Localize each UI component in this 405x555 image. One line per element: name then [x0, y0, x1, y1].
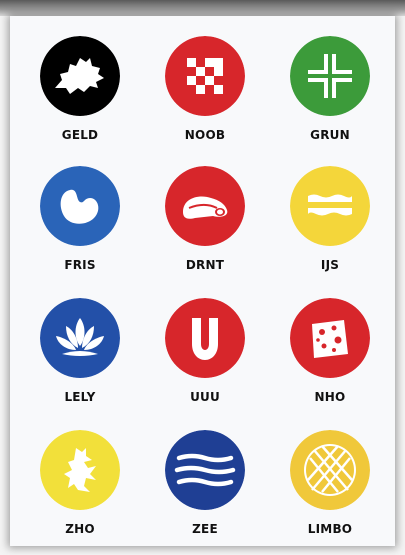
icon-label: DRNT	[185, 258, 225, 272]
icon-tile-nho[interactable]: NHO	[275, 298, 385, 418]
letter-u-icon	[165, 298, 245, 378]
lattice-pie-icon	[290, 430, 370, 510]
icon-label: UUU	[190, 390, 220, 404]
icon-label: IJS	[320, 258, 340, 272]
cap-icon	[165, 166, 245, 246]
icon-tile-zee[interactable]: ZEE	[150, 430, 260, 550]
icon-tile-lely[interactable]: LELY	[25, 298, 135, 418]
icon-tile-ijs[interactable]: IJS	[275, 166, 385, 286]
icon-tile-geld[interactable]: GELD	[25, 36, 135, 156]
icon-tile-limbo[interactable]: LIMBO	[275, 430, 385, 550]
icon-label: GRUN	[310, 128, 350, 142]
icon-label: NHO	[314, 390, 346, 404]
checkerboard-icon	[165, 36, 245, 116]
sea-waves-icon	[165, 430, 245, 510]
window-frame: GELD NOOB GRUN FRIS DRNT IJS LELY UUU NH…	[0, 0, 405, 555]
window-top-edge	[0, 0, 405, 16]
icon-tile-drnt[interactable]: DRNT	[150, 166, 260, 286]
icon-tile-zho[interactable]: ZHO	[25, 430, 135, 550]
icon-label: ZHO	[65, 522, 95, 536]
icon-grid: GELD NOOB GRUN FRIS DRNT IJS LELY UUU NH…	[10, 16, 395, 546]
ice-waves-icon	[290, 166, 370, 246]
lion-icon	[40, 430, 120, 510]
icon-sheet: GELD NOOB GRUN FRIS DRNT IJS LELY UUU NH…	[10, 16, 395, 546]
icon-tile-noob[interactable]: NOOB	[150, 36, 260, 156]
bean-icon	[40, 166, 120, 246]
icon-tile-fris[interactable]: FRIS	[25, 166, 135, 286]
lotus-icon	[40, 298, 120, 378]
icon-tile-uuu[interactable]: UUU	[150, 298, 260, 418]
icon-tile-grun[interactable]: GRUN	[275, 36, 385, 156]
icon-label: GELD	[61, 128, 99, 142]
icon-label: LIMBO	[307, 522, 353, 536]
double-cross-icon	[290, 36, 370, 116]
icon-label: NOOB	[184, 128, 226, 142]
cheese-icon	[290, 298, 370, 378]
icon-label: LELY	[64, 390, 96, 404]
icon-label: FRIS	[64, 258, 96, 272]
icon-label: ZEE	[192, 522, 218, 536]
map-silhouette-icon	[40, 36, 120, 116]
